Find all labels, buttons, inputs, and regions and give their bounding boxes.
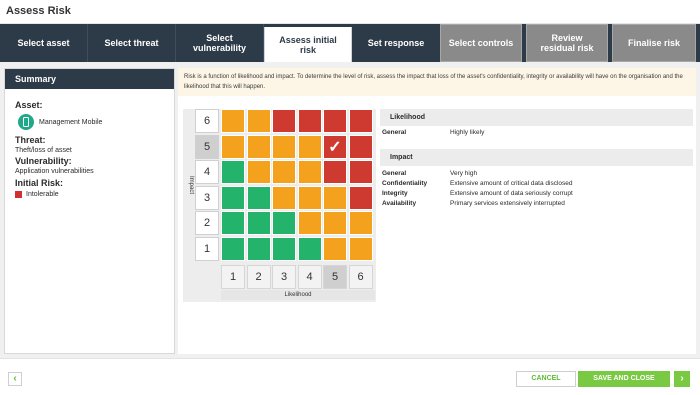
likelihood-col-4: 4	[297, 265, 322, 289]
matrix-cell-impact-5-likelihood-4[interactable]	[297, 134, 322, 159]
matrix-cell-impact-3-likelihood-2[interactable]	[246, 185, 271, 210]
matrix-cell-impact-1-likelihood-6[interactable]	[348, 236, 373, 261]
risk-level-swatch	[15, 191, 22, 198]
checkmark-icon: ✓	[328, 138, 342, 156]
step-select-vulnerability[interactable]: Select vulnerability	[176, 24, 264, 62]
initial-risk-value: Intolerable	[26, 191, 59, 198]
impact-general-key: General	[382, 170, 407, 177]
summary-panel: Summary Asset: Management Mobile Threat:…	[4, 68, 175, 354]
matrix-cell-impact-1-likelihood-3[interactable]	[272, 236, 296, 261]
asset-label: Asset:	[15, 100, 43, 110]
matrix-cell-impact-2-likelihood-4[interactable]	[297, 211, 322, 235]
likelihood-col-1: 1	[221, 265, 245, 289]
matrix-cell-impact-5-likelihood-5[interactable]: ✓	[323, 134, 347, 159]
impact-row-4: 4	[195, 160, 219, 184]
main-panel: Risk is a function of likelihood and imp…	[178, 68, 696, 354]
impact-row-6: 6	[195, 109, 219, 133]
impact-integrity-key: Integrity	[382, 190, 408, 197]
next-button[interactable]: ›	[674, 371, 690, 387]
save-and-close-button[interactable]: SAVE AND CLOSE	[578, 371, 670, 387]
step-finalise-risk[interactable]: Finalise risk	[612, 24, 696, 62]
matrix-cell-impact-3-likelihood-5[interactable]	[323, 185, 347, 210]
impact-availability-value: Primary services extensively interrupted	[450, 200, 565, 207]
initial-risk-label: Initial Risk:	[15, 178, 64, 188]
impact-confidentiality-key: Confidentiality	[382, 180, 428, 187]
matrix-cell-impact-6-likelihood-2[interactable]	[246, 109, 271, 133]
matrix-cell-impact-2-likelihood-3[interactable]	[272, 211, 296, 235]
wizard-steps: Select asset Select threat Select vulner…	[0, 24, 700, 62]
chevron-right-icon: ›	[680, 373, 684, 384]
step-select-threat[interactable]: Select threat	[88, 24, 176, 62]
likelihood-axis-label: Likelihood	[221, 290, 375, 300]
matrix-cell-impact-6-likelihood-3[interactable]	[272, 109, 296, 133]
impact-row-2: 2	[195, 211, 219, 235]
matrix-cell-impact-6-likelihood-6[interactable]	[348, 109, 373, 133]
impact-row-1: 1	[195, 236, 219, 261]
matrix-cell-impact-5-likelihood-6[interactable]	[348, 134, 373, 159]
impact-general-value: Very high	[450, 170, 478, 177]
likelihood-col-2: 2	[246, 265, 271, 289]
matrix-cell-impact-6-likelihood-1[interactable]	[221, 109, 245, 133]
step-assess-initial-risk[interactable]: Assess initial risk	[264, 27, 352, 62]
impact-panel-header: Impact	[380, 149, 693, 166]
impact-integrity-value: Extensive amount of data seriously corru…	[450, 190, 573, 197]
likelihood-panel-header: Likelihood	[380, 109, 693, 126]
matrix-cell-impact-5-likelihood-3[interactable]	[272, 134, 296, 159]
matrix-cell-impact-5-likelihood-2[interactable]	[246, 134, 271, 159]
threat-value: Theft/loss of asset	[15, 147, 72, 154]
chevron-left-icon: ‹	[13, 373, 17, 384]
likelihood-general-key: General	[382, 129, 407, 136]
matrix-cell-impact-1-likelihood-1[interactable]	[221, 236, 245, 261]
threat-label: Threat:	[15, 135, 46, 145]
asset-value: Management Mobile	[39, 119, 103, 126]
info-banner: Risk is a function of likelihood and imp…	[178, 68, 696, 96]
step-select-controls[interactable]: Select controls	[440, 24, 522, 62]
window-title: Assess Risk	[6, 5, 71, 17]
likelihood-col-6: 6	[348, 265, 373, 289]
matrix-cell-impact-4-likelihood-1[interactable]	[221, 160, 245, 184]
matrix-cell-impact-4-likelihood-2[interactable]	[246, 160, 271, 184]
matrix-cell-impact-4-likelihood-5[interactable]	[323, 160, 347, 184]
title-bar: Assess Risk	[0, 0, 700, 24]
matrix-cell-impact-3-likelihood-3[interactable]	[272, 185, 296, 210]
impact-row-3: 3	[195, 185, 219, 210]
cancel-button[interactable]: CANCEL	[516, 371, 576, 387]
matrix-cell-impact-2-likelihood-5[interactable]	[323, 211, 347, 235]
matrix-cell-impact-1-likelihood-5[interactable]	[323, 236, 347, 261]
step-set-response[interactable]: Set response	[352, 24, 440, 62]
impact-row-5: 5	[195, 134, 219, 159]
matrix-cell-impact-5-likelihood-1[interactable]	[221, 134, 245, 159]
impact-availability-key: Availability	[382, 200, 417, 207]
matrix-cell-impact-1-likelihood-2[interactable]	[246, 236, 271, 261]
matrix-cell-impact-6-likelihood-5[interactable]	[323, 109, 347, 133]
impact-confidentiality-value: Extensive amount of critical data disclo…	[450, 180, 573, 187]
matrix-cell-impact-3-likelihood-4[interactable]	[297, 185, 322, 210]
matrix-cell-impact-4-likelihood-3[interactable]	[272, 160, 296, 184]
mobile-phone-icon	[18, 114, 34, 130]
matrix-cell-impact-1-likelihood-4[interactable]	[297, 236, 322, 261]
matrix-cell-impact-3-likelihood-6[interactable]	[348, 185, 373, 210]
step-review-residual-risk[interactable]: Review residual risk	[526, 24, 608, 62]
matrix-cell-impact-2-likelihood-1[interactable]	[221, 211, 245, 235]
summary-header: Summary	[5, 69, 174, 89]
matrix-cell-impact-6-likelihood-4[interactable]	[297, 109, 322, 133]
vulnerability-label: Vulnerability:	[15, 156, 72, 166]
vulnerability-value: Application vulnerabilities	[15, 168, 94, 175]
matrix-cell-impact-3-likelihood-1[interactable]	[221, 185, 245, 210]
matrix-cell-impact-2-likelihood-2[interactable]	[246, 211, 271, 235]
matrix-cell-impact-2-likelihood-6[interactable]	[348, 211, 373, 235]
likelihood-col-3: 3	[272, 265, 296, 289]
back-button[interactable]: ‹	[8, 372, 22, 386]
likelihood-general-value: Highly likely	[450, 129, 485, 136]
matrix-cell-impact-4-likelihood-6[interactable]	[348, 160, 373, 184]
footer-bar: ‹ CANCEL SAVE AND CLOSE ›	[0, 358, 700, 395]
likelihood-col-5: 5	[323, 265, 347, 289]
step-select-asset[interactable]: Select asset	[0, 24, 88, 62]
matrix-cell-impact-4-likelihood-4[interactable]	[297, 160, 322, 184]
